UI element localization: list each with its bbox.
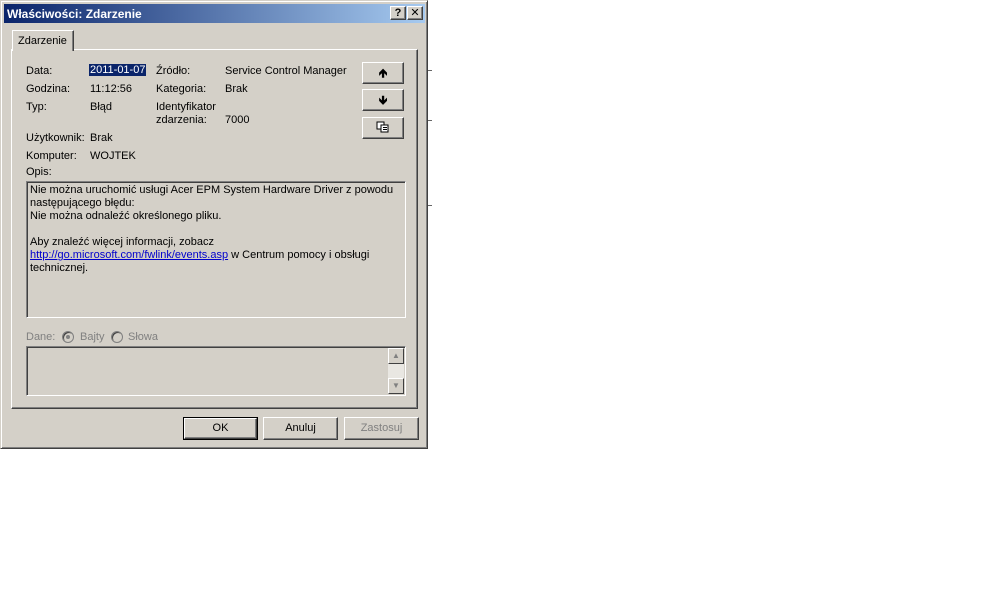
description-label: Opis: bbox=[26, 166, 52, 178]
background-mark bbox=[428, 120, 432, 121]
date-label: Data: bbox=[26, 65, 53, 77]
scroll-up-icon: ▲ bbox=[392, 351, 400, 360]
apply-button[interactable]: Zastosuj bbox=[344, 417, 419, 440]
help-icon: ? bbox=[394, 7, 402, 19]
words-radio-label: Słowa bbox=[128, 331, 158, 343]
source-label: Źródło: bbox=[156, 65, 191, 77]
description-line: Nie można uruchomić usługi Acer EPM Syst… bbox=[30, 184, 394, 196]
event-id-label-line1: Identyfikator bbox=[156, 101, 216, 113]
event-id-label-line2: zdarzenia: bbox=[156, 114, 207, 126]
arrow-down-icon: 🡻 bbox=[378, 93, 388, 107]
time-label: Godzina: bbox=[26, 83, 71, 95]
event-properties-dialog: Właściwości: Zdarzenie ? ✕ Zdarzenie Dat… bbox=[0, 0, 428, 449]
help-button[interactable]: ? bbox=[390, 6, 406, 20]
background-mark bbox=[428, 205, 432, 206]
tab-zdarzenie[interactable]: Zdarzenie bbox=[12, 30, 74, 51]
event-id-value[interactable]: 7000 bbox=[225, 114, 249, 126]
user-label: Użytkownik: bbox=[26, 132, 85, 144]
type-label: Typ: bbox=[26, 101, 47, 113]
titlebar[interactable]: Właściwości: Zdarzenie ? ✕ bbox=[4, 4, 425, 23]
description-line: technicznej. bbox=[30, 262, 89, 274]
type-value[interactable]: Błąd bbox=[90, 101, 112, 113]
bytes-radio-label: Bajty bbox=[80, 331, 105, 343]
description-line: Aby znaleźć więcej informacji, zobacz bbox=[30, 236, 215, 248]
next-event-button[interactable]: 🡻 bbox=[362, 89, 404, 111]
words-radio[interactable] bbox=[111, 331, 123, 343]
close-button[interactable]: ✕ bbox=[407, 6, 423, 20]
data-scrollbar[interactable]: ▲ ▼ bbox=[388, 348, 404, 394]
cancel-button[interactable]: Anuluj bbox=[263, 417, 338, 440]
data-label: Dane: bbox=[26, 331, 56, 343]
computer-label: Komputer: bbox=[26, 150, 77, 162]
description-textbox[interactable]: Nie można uruchomić usługi Acer EPM Syst… bbox=[26, 181, 406, 318]
previous-event-button[interactable]: 🡹 bbox=[362, 62, 404, 84]
window-title: Właściwości: Zdarzenie bbox=[7, 7, 142, 21]
bytes-radio[interactable] bbox=[62, 331, 74, 343]
arrow-up-icon: 🡹 bbox=[378, 66, 388, 80]
background-mark bbox=[428, 70, 432, 71]
scroll-down-icon: ▼ bbox=[392, 381, 400, 390]
description-line: następującego błędu: bbox=[30, 197, 135, 209]
category-value[interactable]: Brak bbox=[225, 83, 248, 95]
data-textbox[interactable]: ▲ ▼ bbox=[26, 346, 406, 396]
description-line: w Centrum pomocy i obsługi bbox=[228, 249, 370, 261]
close-icon: ✕ bbox=[410, 7, 420, 19]
ok-button[interactable]: OK bbox=[183, 417, 258, 440]
scroll-down-button[interactable]: ▼ bbox=[388, 378, 404, 394]
source-value[interactable]: Service Control Manager bbox=[225, 65, 347, 77]
scroll-up-button[interactable]: ▲ bbox=[388, 348, 404, 364]
date-value[interactable]: 2011-01-07 bbox=[89, 64, 147, 76]
computer-value[interactable]: WOJTEK bbox=[90, 150, 136, 162]
tab-label: Zdarzenie bbox=[18, 35, 67, 47]
time-value[interactable]: 11:12:56 bbox=[90, 83, 132, 95]
description-text: Nie można uruchomić usługi Acer EPM Syst… bbox=[30, 184, 400, 275]
description-line: Nie można odnaleźć określonego pliku. bbox=[30, 210, 222, 222]
user-value[interactable]: Brak bbox=[90, 132, 113, 144]
copy-button[interactable] bbox=[362, 117, 404, 139]
category-label: Kategoria: bbox=[156, 83, 207, 95]
copy-icon bbox=[363, 121, 403, 136]
help-link[interactable]: http://go.microsoft.com/fwlink/events.as… bbox=[30, 249, 228, 261]
